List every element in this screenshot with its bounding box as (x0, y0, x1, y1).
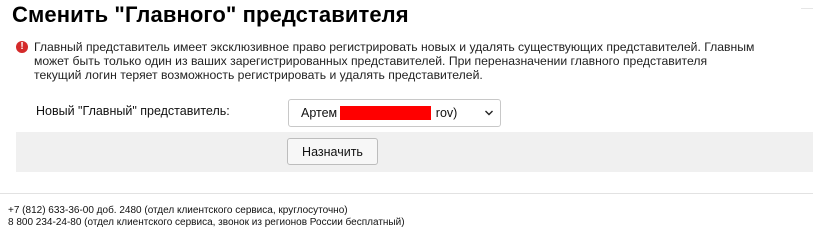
page: Сменить "Главного" представителя ! Главн… (0, 0, 813, 250)
redaction-bar (340, 106, 431, 120)
select-value-prefix: Артем ( (301, 106, 345, 120)
exclamation-icon: ! (16, 41, 28, 53)
new-main-representative-label: Новый "Главный" представитель: (36, 104, 230, 118)
footer-divider (0, 193, 813, 194)
new-main-representative-row: Новый "Главный" представитель: Артем ( ro… (16, 96, 813, 132)
assign-button[interactable]: Назначить (287, 138, 378, 165)
edge-divider (801, 8, 813, 9)
select-value-suffix: rov) (435, 106, 458, 120)
warning-block: ! Главный представитель имеет эксклюзивн… (16, 40, 806, 82)
warning-line: Главный представитель имеет эксклюзивное… (34, 40, 755, 54)
page-title: Сменить "Главного" представителя (12, 2, 409, 27)
chevron-down-icon (485, 110, 493, 116)
footer: +7 (812) 633-36-00 доб. 2480 (отдел клие… (8, 205, 405, 229)
warning-text: Главный представитель имеет эксклюзивное… (34, 40, 754, 82)
warning-line: текущий логин теряет возможность регистр… (34, 68, 483, 82)
action-bar: Назначить (16, 132, 813, 172)
warning-line: может быть только один из ваших зарегист… (34, 54, 708, 68)
footer-phone-line: +7 (812) 633-36-00 доб. 2480 (отдел клие… (8, 205, 348, 216)
representative-select[interactable]: Артем ( rov) (288, 99, 501, 127)
footer-phone-line: 8 800 234-24-80 (отдел клиентского серви… (8, 217, 405, 228)
